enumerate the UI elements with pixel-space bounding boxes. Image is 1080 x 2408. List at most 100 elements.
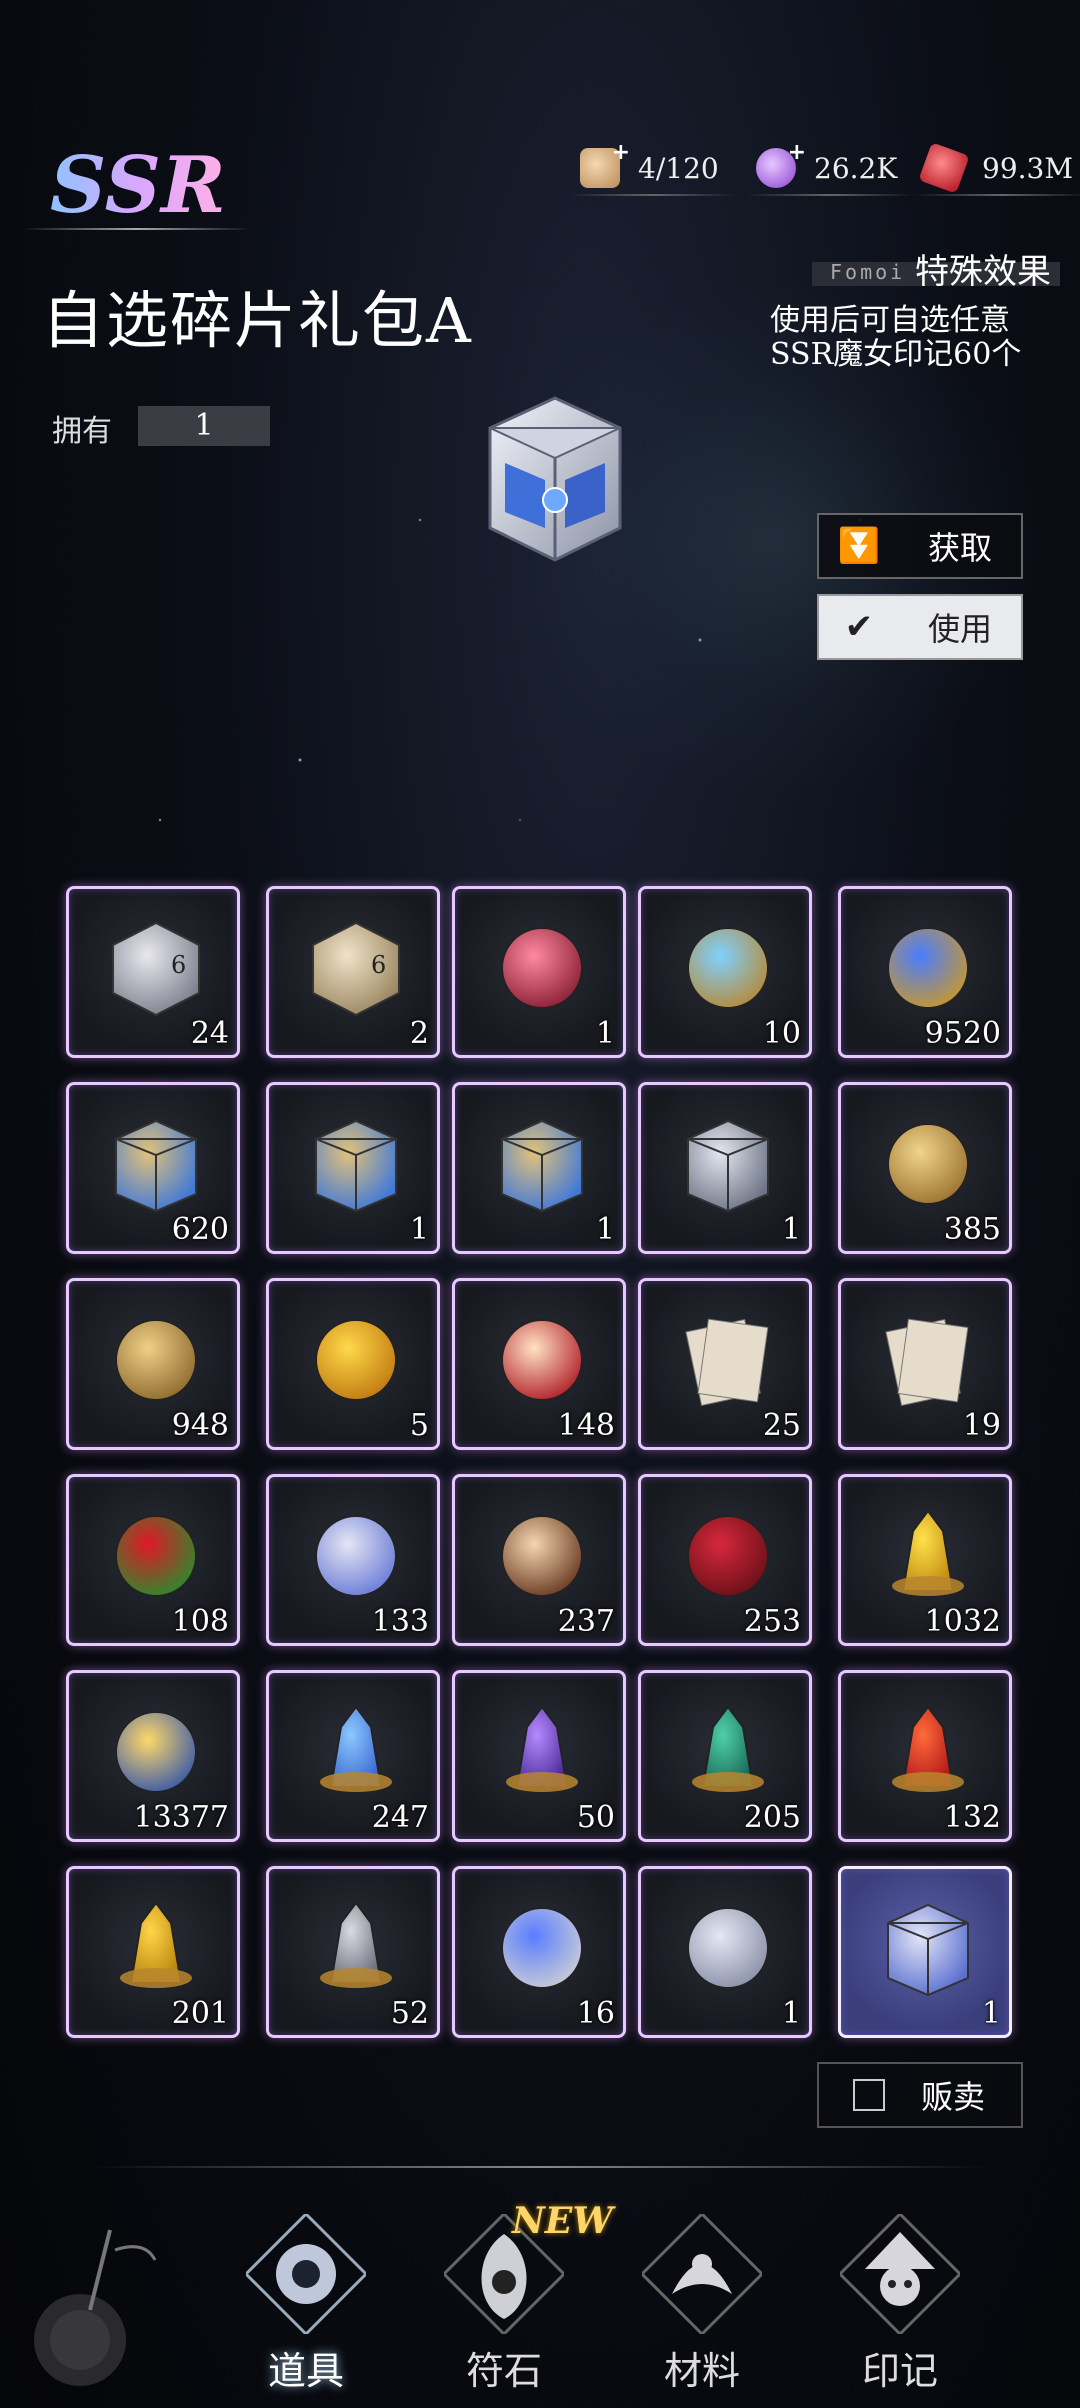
glowing-orb-icon [115,1711,197,1793]
get-button-label: 获取 [927,529,992,567]
inventory-item-quantity: 16 [576,1996,615,2031]
sell-toggle[interactable]: 贩卖 [817,2062,1023,2128]
inventory-item[interactable]: 1 [452,1082,626,1254]
red-gem-icon [918,142,970,194]
silver-crystal-icon [320,1901,392,1988]
silver-blue-chest-icon [887,1903,969,1997]
mark-emblem-icon [840,2214,960,2334]
inventory-item[interactable]: 16 [452,1866,626,2038]
silver-dice-icon: 6 [112,921,200,1017]
inventory-item[interactable]: 6 24 [66,886,240,1058]
inventory-item[interactable]: 50 [452,1670,626,1842]
resource-stamina-value: 4/120 [638,151,719,185]
materials-emblem-icon [642,2214,762,2334]
special-subtitle: Fomoi [830,260,906,284]
inventory-item[interactable]: 148 [452,1278,626,1450]
inventory-item-quantity: 108 [171,1604,229,1639]
inventory-item[interactable]: 9520 [838,886,1012,1058]
inventory-item[interactable]: 13377 [66,1670,240,1842]
resource-crystal[interactable]: + 26.2K [746,140,914,196]
inventory-item-quantity: 205 [743,1800,801,1835]
inventory-item-quantity: 253 [743,1604,801,1639]
tab-mark[interactable]: 印记 [810,2200,990,2393]
inventory-item-quantity: 1032 [924,1604,1001,1639]
purple-crystal-icon: + [756,140,806,188]
gold-chest-icon [315,1119,397,1213]
golden-ticket-icon [315,1319,397,1401]
inventory-item[interactable]: 108 [66,1474,240,1646]
inventory-item[interactable]: 10 [638,886,812,1058]
special-description: 使用后可自选任意SSR魔女印记60个 [770,303,1022,372]
item-title: 自选碎片礼包A [42,284,473,357]
gold-dice-icon: 6 [312,921,400,1017]
inventory-item[interactable]: 253 [638,1474,812,1646]
inventory-item[interactable]: 19 [838,1278,1012,1450]
inventory-item[interactable]: 201 [66,1866,240,2038]
sell-checkbox[interactable] [853,2079,885,2111]
inventory-item-quantity: 50 [576,1800,615,1835]
mirror-teacup-icon [687,1907,769,1989]
inventory-item-quantity: 24 [190,1016,229,1051]
inventory-item-quantity: 237 [557,1604,615,1639]
tab-materials[interactable]: 材料 [612,2200,792,2393]
inventory-item[interactable]: 247 [266,1670,440,1842]
inventory-item[interactable]: 1 [452,886,626,1058]
tab-mark-label: 印记 [861,2349,938,2393]
inventory-item-quantity: 52 [390,1996,429,2031]
inventory-item[interactable]: 948 [66,1278,240,1450]
inventory-item-quantity: 1 [781,1212,801,1247]
inventory-item[interactable]: 1 [638,1866,812,2038]
inventory-item[interactable]: 1 [266,1082,440,1254]
inventory-item-quantity: 25 [762,1408,801,1443]
inventory-item[interactable]: 52 [266,1866,440,2038]
inventory-item[interactable]: 133 [266,1474,440,1646]
cupcake-icon [501,1319,583,1401]
yellow-crystal-icon [120,1901,192,1988]
inventory-item[interactable]: 5 [266,1278,440,1450]
inventory-item-quantity: 148 [557,1408,615,1443]
inventory-item-quantity: 1 [595,1212,615,1247]
gold-crown-shield-icon [887,1123,969,1205]
scroll-pages-icon [685,1318,769,1406]
gold-crest-icon [115,1319,197,1401]
resource-gem-value: 99.3M [982,151,1074,185]
silver-chest-icon [687,1119,769,1213]
green-crystal-icon [692,1705,764,1792]
inventory-item[interactable]: 620 [66,1082,240,1254]
red-crystal-icon [892,1705,964,1792]
props-emblem-icon [246,2214,366,2334]
inventory-item[interactable]: 25 [638,1278,812,1450]
inventory-item[interactable]: 237 [452,1474,626,1646]
tab-divider [90,2166,990,2168]
tab-materials-label: 材料 [663,2349,740,2393]
inventory-item[interactable]: 132 [838,1670,1012,1842]
inventory-item-quantity: 1 [781,1996,801,2031]
inventory-item[interactable]: 385 [838,1082,1012,1254]
tab-runestone-label: 符石 [465,2349,542,2393]
inventory-item-quantity: 1 [981,1996,1001,2031]
inventory-item[interactable]: 1 [838,1866,1012,2038]
sell-label: 贩卖 [920,2078,985,2116]
resource-stamina[interactable]: + 4/120 [570,140,735,196]
new-badge: NEW [512,2200,613,2242]
inventory-item-quantity: 5 [409,1408,429,1443]
inventory-item[interactable]: 205 [638,1670,812,1842]
use-button-label: 使用 [927,610,992,648]
inventory-item[interactable]: 62 [266,886,440,1058]
resource-gem[interactable]: 99.3M [914,142,1080,196]
tab-props[interactable]: 道具 [216,2200,396,2393]
gold-chest-icon [501,1119,583,1213]
purple-crystal-icon [506,1705,578,1792]
use-button[interactable]: ✔ 使用 [817,594,1023,660]
inventory-item-quantity: 13377 [133,1800,229,1835]
inventory-item-quantity: 133 [371,1604,429,1639]
inventory-item[interactable]: 1032 [838,1474,1012,1646]
tiara-icon [315,1515,397,1597]
rarity-underline [22,228,252,230]
inventory-item-quantity: 201 [171,1996,229,2031]
get-button[interactable]: ⏬ 获取 [817,513,1023,579]
inventory-item[interactable]: 1 [638,1082,812,1254]
bread-icon: + [580,140,630,188]
gold-chest-icon [115,1119,197,1213]
blue-gold-orb-icon [887,927,969,1009]
